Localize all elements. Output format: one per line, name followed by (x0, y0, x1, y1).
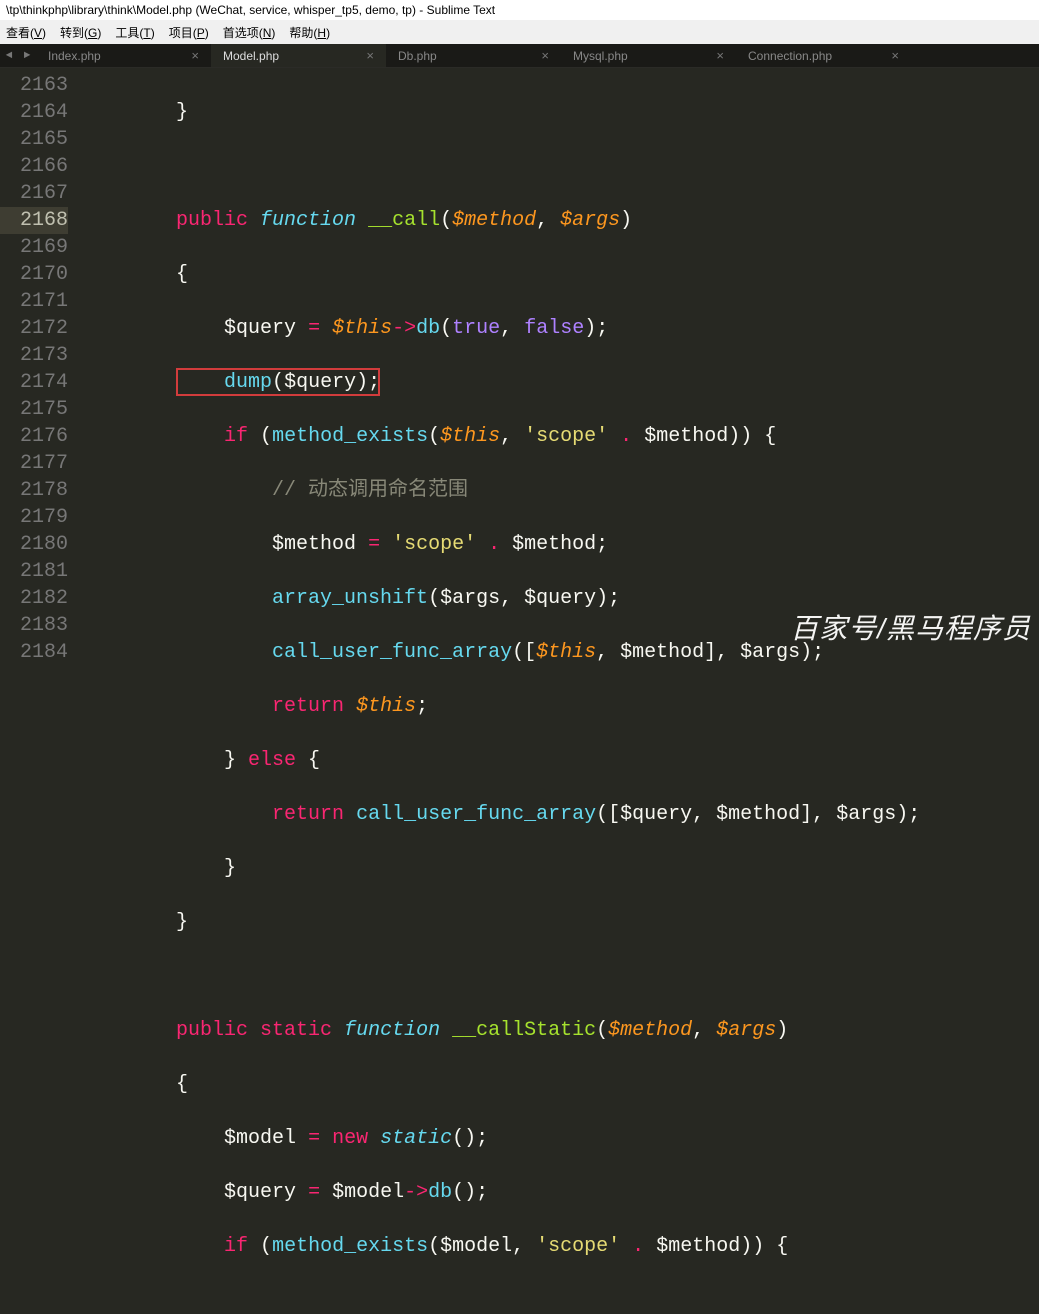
close-icon[interactable]: × (716, 48, 724, 63)
menu-goto[interactable]: 转到(G) (60, 24, 101, 41)
line-number: 2178 (0, 477, 68, 504)
tab-model[interactable]: Model.php × (211, 44, 386, 67)
line-number: 2183 (0, 612, 68, 639)
line-number: 2165 (0, 126, 68, 153)
line-number: 2170 (0, 261, 68, 288)
tab-strip: Index.php × Model.php × Db.php × Mysql.php ×… (36, 44, 1039, 67)
tab-label: Index.php (48, 49, 101, 63)
tab-index[interactable]: Index.php × (36, 44, 211, 67)
line-number: 2172 (0, 315, 68, 342)
code-line: dump($query); (80, 369, 1039, 396)
code-line: $query = $model->db(); (80, 1179, 1039, 1206)
code-line: { (80, 261, 1039, 288)
line-number: 2163 (0, 72, 68, 99)
code-line: $method = 'scope' . $method; (80, 531, 1039, 558)
close-icon[interactable]: × (891, 48, 899, 63)
line-number: 2184 (0, 639, 68, 666)
line-number: 2166 (0, 153, 68, 180)
code-line: return call_user_func_array([$query, $me… (80, 801, 1039, 828)
code-area[interactable]: } public function __call($method, $args)… (80, 68, 1039, 657)
tab-connection[interactable]: Connection.php × (736, 44, 911, 67)
line-number: 2176 (0, 423, 68, 450)
line-number: 2177 (0, 450, 68, 477)
tab-label: Db.php (398, 49, 437, 63)
tab-label: Connection.php (748, 49, 832, 63)
gutter: 2163 2164 2165 2166 2167 2168 2169 2170 … (0, 68, 80, 657)
code-line: $query = $this->db(true, false); (80, 315, 1039, 342)
code-line: call_user_func_array([$this, $method], $… (80, 639, 1039, 666)
line-number: 2171 (0, 288, 68, 315)
menu-tools[interactable]: 工具(T) (115, 24, 154, 41)
window-title-bar: \tp\thinkphp\library\think\Model.php (We… (0, 0, 1039, 20)
menu-prefs[interactable]: 首选项(N) (223, 24, 276, 41)
close-icon[interactable]: × (541, 48, 549, 63)
menu-help[interactable]: 帮助(H) (289, 24, 330, 41)
line-number: 2164 (0, 99, 68, 126)
nav-back-icon[interactable]: ◄ (6, 50, 13, 62)
line-number: 2175 (0, 396, 68, 423)
code-line: } (80, 855, 1039, 882)
nav-forward-icon[interactable]: ► (24, 50, 31, 62)
line-number: 2179 (0, 504, 68, 531)
code-line: { (80, 1071, 1039, 1098)
code-line: array_unshift($args, $query); (80, 585, 1039, 612)
line-number: 2169 (0, 234, 68, 261)
editor: 2163 2164 2165 2166 2167 2168 2169 2170 … (0, 68, 1039, 657)
close-icon[interactable]: × (366, 48, 374, 63)
code-line: public function __call($method, $args) (80, 207, 1039, 234)
menu-view[interactable]: 查看(V) (6, 24, 46, 41)
menu-bar: 查看(V) 转到(G) 工具(T) 项目(P) 首选项(N) 帮助(H) (0, 20, 1039, 44)
menu-project[interactable]: 项目(P) (169, 24, 209, 41)
line-number: 2168 (0, 207, 68, 234)
code-line: // 动态调用命名范围 (80, 477, 1039, 504)
tab-label: Mysql.php (573, 49, 628, 63)
close-icon[interactable]: × (191, 48, 199, 63)
line-number: 2180 (0, 531, 68, 558)
nav-arrows: ◄ ► (0, 44, 36, 67)
code-line: } else { (80, 747, 1039, 774)
code-line (80, 153, 1039, 180)
window-title: \tp\thinkphp\library\think\Model.php (We… (6, 3, 495, 17)
code-line: if (method_exists($model, 'scope' . $met… (80, 1233, 1039, 1260)
code-line: return $this; (80, 693, 1039, 720)
line-number: 2182 (0, 585, 68, 612)
line-number: 2167 (0, 180, 68, 207)
code-line: public static function __callStatic($met… (80, 1017, 1039, 1044)
tab-db[interactable]: Db.php × (386, 44, 561, 67)
code-line (80, 963, 1039, 990)
tab-mysql[interactable]: Mysql.php × (561, 44, 736, 67)
line-number: 2174 (0, 369, 68, 396)
code-line: } (80, 909, 1039, 936)
line-number: 2173 (0, 342, 68, 369)
code-line: if (method_exists($this, 'scope' . $meth… (80, 423, 1039, 450)
line-number: 2181 (0, 558, 68, 585)
tab-label: Model.php (223, 49, 279, 63)
tab-row: ◄ ► Index.php × Model.php × Db.php × Mysql.… (0, 44, 1039, 68)
code-line: } (80, 99, 1039, 126)
code-line: $model = new static(); (80, 1125, 1039, 1152)
